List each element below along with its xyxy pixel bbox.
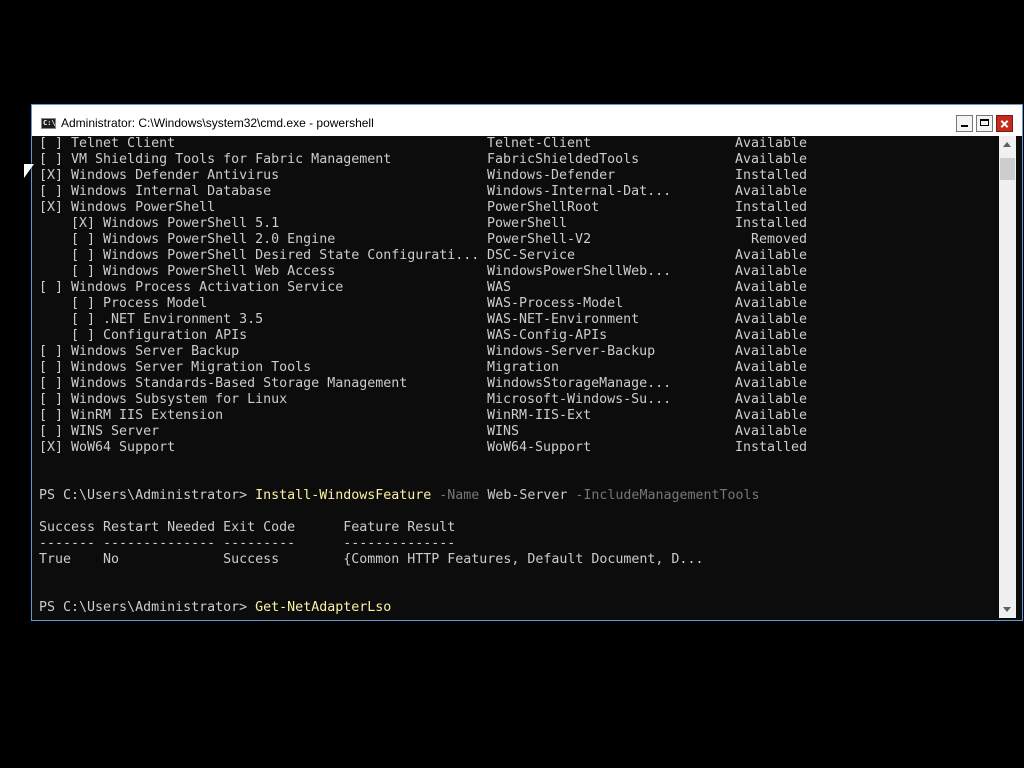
feature-display-name: [ ] VM Shielding Tools for Fabric Manage…	[39, 152, 392, 167]
title-bar[interactable]: C:\ Administrator: C:\Windows\system32\c…	[32, 105, 1022, 136]
feature-install-state: Installed	[735, 216, 808, 231]
feature-name: WinRM-IIS-Ext	[487, 408, 592, 423]
feature-display-name: [ ] Telnet Client	[39, 136, 176, 151]
cmd-icon: C:\	[41, 118, 56, 129]
feature-name: Microsoft-Windows-Su...	[487, 392, 672, 407]
feature-install-state: Available	[735, 312, 808, 327]
feature-install-state: Available	[735, 152, 808, 167]
feature-install-state: Available	[735, 264, 808, 279]
feature-name: PowerShell	[487, 216, 568, 231]
parameter-name: -Name	[431, 488, 480, 503]
feature-name: WAS-Config-APIs	[487, 328, 608, 343]
feature-display-name: [ ] WINS Server	[39, 424, 160, 439]
feature-display-name: [ ] Windows Server Backup	[39, 344, 240, 359]
install-command-line: PS C:\Users\Administrator> Install-Windo…	[39, 488, 760, 504]
result-header: Success Restart Needed Exit Code Feature…	[39, 520, 456, 535]
parameter-value: Web-Server	[479, 488, 568, 503]
feature-install-state: Installed	[735, 168, 808, 183]
feature-display-name: [ ] Windows Server Migration Tools	[39, 360, 312, 375]
console-window[interactable]: C:\ Administrator: C:\Windows\system32\c…	[31, 104, 1023, 621]
prompt: PS C:\Users\Administrator>	[39, 488, 256, 503]
feature-name: WAS	[487, 280, 512, 295]
feature-name: PowerShell-V2	[487, 232, 592, 247]
feature-install-state: Available	[735, 280, 808, 295]
current-command-line[interactable]: PS C:\Users\Administrator> Get-NetAdapte…	[39, 600, 391, 616]
feature-display-name: [X] Windows PowerShell 5.1	[39, 216, 280, 231]
feature-name: Telnet-Client	[487, 136, 592, 151]
feature-install-state: Available	[735, 184, 808, 199]
prompt: PS C:\Users\Administrator>	[39, 600, 256, 615]
parameter-switch: -IncludeManagementTools	[567, 488, 760, 503]
feature-name: Windows-Internal-Dat...	[487, 184, 672, 199]
feature-name: Windows-Server-Backup	[487, 344, 656, 359]
feature-display-name: [ ] .NET Environment 3.5	[39, 312, 264, 327]
feature-name: Windows-Defender	[487, 168, 616, 183]
vertical-scrollbar[interactable]	[999, 136, 1016, 618]
feature-display-name: [ ] Windows Subsystem for Linux	[39, 392, 288, 407]
feature-name: Migration	[487, 360, 560, 375]
feature-name: WAS-Process-Model	[487, 296, 624, 311]
feature-name: PowerShellRoot	[487, 200, 600, 215]
feature-install-state: Available	[735, 328, 808, 343]
feature-display-name: [ ] WinRM IIS Extension	[39, 408, 224, 423]
cmdlet-name: Get-NetAdapterLso	[255, 600, 392, 615]
feature-install-state: Removed	[735, 232, 808, 247]
feature-install-state: Available	[735, 408, 808, 423]
scroll-thumb[interactable]	[1000, 158, 1015, 180]
feature-name: WoW64-Support	[487, 440, 592, 455]
feature-display-name: [ ] Windows Internal Database	[39, 184, 272, 199]
cmdlet-name: Install-WindowsFeature	[255, 488, 432, 503]
feature-install-state: Available	[735, 424, 808, 439]
feature-install-state: Available	[735, 376, 808, 391]
result-separator: ------- -------------- --------- -------…	[39, 536, 456, 551]
result-row: True No Success {Common HTTP Features, D…	[39, 552, 704, 567]
mouse-pointer-icon	[24, 164, 34, 178]
feature-display-name: [ ] Windows PowerShell Web Access	[39, 264, 336, 279]
feature-install-state: Installed	[735, 440, 808, 455]
feature-display-name: [ ] Configuration APIs	[39, 328, 248, 343]
feature-name: WAS-NET-Environment	[487, 312, 640, 327]
maximize-button[interactable]	[976, 115, 993, 132]
feature-name: DSC-Service	[487, 248, 576, 263]
feature-display-name: [X] WoW64 Support	[39, 440, 176, 455]
feature-name: WINS	[487, 424, 520, 439]
feature-install-state: Available	[735, 392, 808, 407]
scroll-down-arrow-icon[interactable]	[999, 601, 1016, 618]
feature-display-name: [ ] Windows Standards-Based Storage Mana…	[39, 376, 408, 391]
feature-install-state: Installed	[735, 200, 808, 215]
feature-install-state: Available	[735, 248, 808, 263]
feature-name: WindowsPowerShellWeb...	[487, 264, 672, 279]
feature-name: WindowsStorageManage...	[487, 376, 672, 391]
scroll-up-arrow-icon[interactable]	[999, 136, 1016, 153]
close-button[interactable]	[996, 115, 1013, 132]
feature-install-state: Available	[735, 344, 808, 359]
feature-display-name: [X] Windows PowerShell	[39, 200, 216, 215]
feature-display-name: [X] Windows Defender Antivirus	[39, 168, 280, 183]
feature-display-name: [ ] Windows PowerShell Desired State Con…	[39, 248, 480, 263]
feature-display-name: [ ] Windows Process Activation Service	[39, 280, 344, 295]
console-output[interactable]: [ ] Telnet Client Telnet-Client Available […	[39, 136, 999, 617]
feature-display-name: [ ] Process Model	[39, 296, 208, 311]
minimize-button[interactable]	[956, 115, 973, 132]
feature-display-name: [ ] Windows PowerShell 2.0 Engine	[39, 232, 336, 247]
feature-install-state: Available	[735, 360, 808, 375]
feature-install-state: Available	[735, 136, 808, 151]
feature-install-state: Available	[735, 296, 808, 311]
feature-name: FabricShieldedTools	[487, 152, 640, 167]
window-title: Administrator: C:\Windows\system32\cmd.e…	[61, 116, 374, 130]
